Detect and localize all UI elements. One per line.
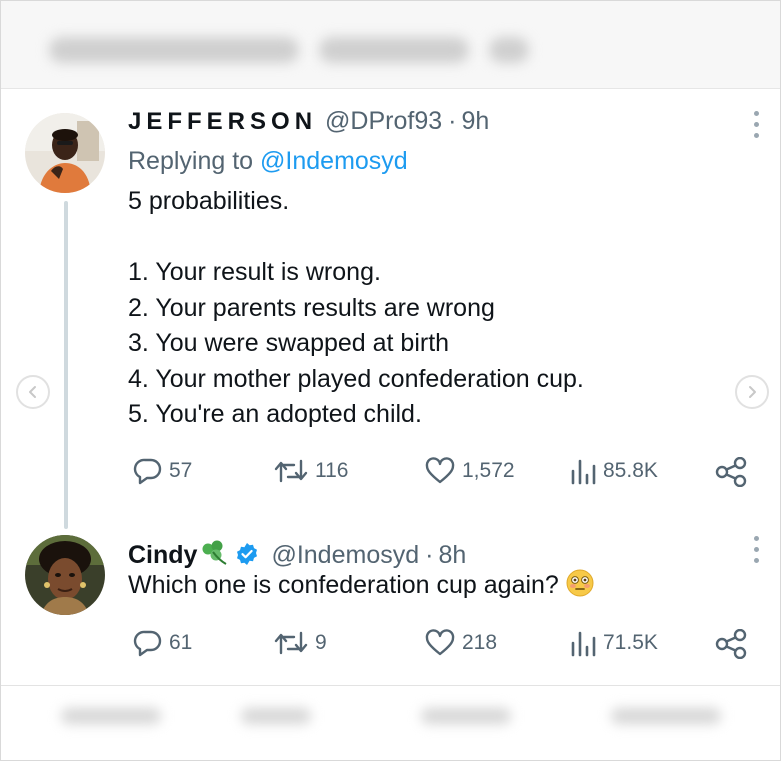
tweet-line: 5. You're an adopted child. [128, 400, 422, 428]
more-options-icon[interactable] [751, 536, 761, 563]
reply-icon [133, 630, 162, 657]
heart-icon [425, 457, 455, 484]
timestamp[interactable]: 8h [438, 541, 466, 570]
views-count: 85.8K [603, 459, 658, 482]
share-button[interactable] [715, 629, 747, 659]
repost-icon [274, 631, 308, 655]
tweet-line: 3. You were swapped at birth [128, 329, 450, 357]
blurred-footer [1, 685, 780, 760]
tweet-line: 5 probabilities. [128, 187, 290, 215]
avatar-cindy[interactable] [25, 535, 105, 615]
share-button[interactable] [715, 457, 747, 487]
reply-count: 57 [169, 459, 193, 482]
share-icon [715, 457, 747, 487]
replying-mention[interactable]: @Indemosyd [260, 147, 408, 175]
chevron-left-icon [29, 386, 36, 398]
blurred-text [421, 708, 511, 724]
like-button[interactable]: 1,572 [424, 457, 515, 485]
views-count: 71.5K [603, 631, 658, 654]
screenshot-frame: JEFFERSON @DProf93 · 9h Replying to @Ind… [0, 0, 781, 761]
blurred-text [489, 37, 529, 63]
blurred-text [319, 37, 469, 63]
heart-icon [425, 629, 455, 656]
blurred-header [1, 1, 780, 89]
repost-button[interactable]: 9 [273, 629, 327, 657]
tweet-line: 2. Your parents results are wrong [128, 293, 495, 322]
handle[interactable]: @DProf93 [325, 107, 442, 136]
reply-button[interactable]: 57 [133, 457, 192, 485]
share-icon [715, 629, 747, 659]
avatar-jefferson[interactable] [25, 113, 105, 193]
reply-count: 61 [169, 631, 193, 654]
repost-count: 9 [315, 631, 327, 654]
replying-to: Replying to @Indemosyd [128, 147, 408, 176]
tweet-line: 4. Your mother played confederation cup. [128, 364, 584, 393]
tweet-text: Which one is confederation cup again? [128, 571, 559, 599]
separator-dot: · [448, 107, 457, 135]
reply-button[interactable]: 61 [133, 629, 192, 657]
tweet-line: 1. Your result is wrong. [128, 258, 381, 286]
repost-button[interactable]: 116 [273, 457, 348, 485]
flushed-face-icon [565, 568, 595, 609]
display-name[interactable]: JEFFERSON [128, 108, 317, 136]
reply-icon [133, 458, 162, 485]
timestamp[interactable]: 9h [461, 107, 489, 136]
repost-count: 116 [315, 459, 349, 482]
analytics-icon [571, 631, 596, 657]
repost-icon [274, 459, 308, 483]
blurred-text [61, 708, 161, 724]
views-button[interactable]: 85.8K [569, 457, 658, 485]
tweet2-body: Which one is confederation cup again? [128, 568, 595, 609]
thread-connector-line [64, 201, 68, 529]
blurred-text [611, 708, 721, 724]
blurred-text [241, 708, 311, 724]
tweet1-actions: 57 116 1,572 85.8K [128, 451, 753, 491]
handle[interactable]: @Indemosyd [271, 541, 419, 570]
tweet1-body: 5 probabilities. 1. Your result is wrong… [128, 184, 584, 433]
views-button[interactable]: 71.5K [569, 629, 658, 657]
next-arrow-button[interactable] [735, 375, 769, 409]
display-name[interactable]: Cindy [128, 541, 197, 570]
like-count: 1,572 [462, 459, 515, 482]
blurred-text [49, 37, 299, 63]
previous-arrow-button[interactable] [16, 375, 50, 409]
separator-dot: · [425, 541, 434, 569]
like-button[interactable]: 218 [424, 629, 497, 657]
like-count: 218 [462, 631, 498, 654]
tweet2-actions: 61 9 218 71.5K [128, 623, 753, 663]
chevron-right-icon [749, 386, 756, 398]
more-options-icon[interactable] [751, 111, 761, 138]
replying-prefix: Replying to [128, 147, 254, 175]
tweet1-header: JEFFERSON @DProf93 · 9h [128, 107, 489, 136]
analytics-icon [571, 459, 596, 485]
tweet2-header: Cindy @Indemosyd · 8h [128, 537, 466, 570]
